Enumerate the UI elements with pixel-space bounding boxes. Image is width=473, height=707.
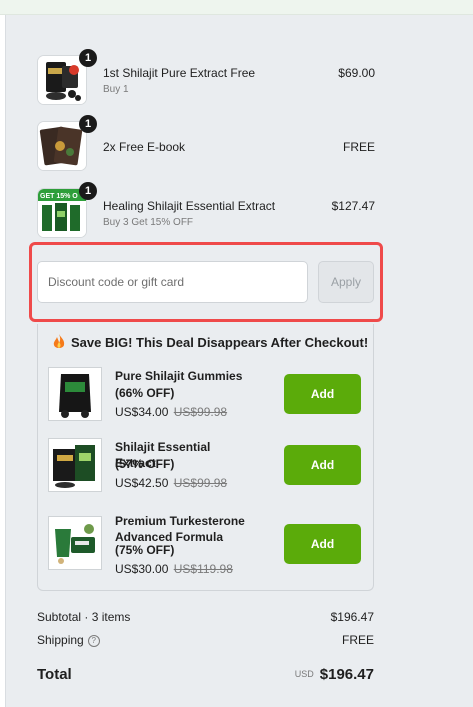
top-banner-strip (0, 0, 473, 15)
offer-original-price: US$119.98 (173, 562, 233, 576)
line-item: GET 15% O 1 Healing Shilajit Essential E… (37, 182, 375, 240)
offer-name: Pure Shilajit Gummies (115, 369, 243, 383)
offer-price: US$42.50 (115, 476, 169, 490)
line-item: 1 2x Free E-book FREE (37, 115, 375, 173)
line-item-title: 1st Shilajit Pure Extract Free (103, 66, 256, 80)
upsell-offer: Premium Turkesterone Advanced Formula (7… (48, 512, 362, 576)
subtotal-value: $196.47 (330, 610, 374, 624)
line-item: 1 1st Shilajit Pure Extract Free Buy 1 $… (37, 49, 375, 107)
upsell-offer: Shilajit Essential Extract (57% OFF) US$… (48, 438, 362, 494)
total-label: Total (37, 666, 72, 683)
offer-original-price: US$99.98 (173, 405, 228, 419)
offer-price: US$30.00 (115, 562, 169, 576)
offer-discount: (75% OFF) (115, 543, 175, 557)
total-row: Total USD $196.47 (37, 666, 374, 688)
offer-thumbnail (48, 367, 102, 421)
line-item-subtitle: Buy 1 (103, 84, 129, 95)
line-item-title: Healing Shilajit Essential Extract (103, 199, 276, 213)
quantity-badge: 1 (79, 49, 97, 67)
shipping-label: Shipping (37, 633, 84, 647)
add-offer-button[interactable]: Add (284, 524, 361, 564)
offer-price: US$34.00 (115, 405, 169, 419)
line-item-title: 2x Free E-book (103, 140, 186, 154)
offer-price-line: US$42.50 US$99.98 (115, 476, 227, 490)
add-offer-button[interactable]: Add (284, 374, 361, 414)
apply-discount-button[interactable]: Apply (318, 261, 374, 303)
offer-name: Premium Turkesterone Advanced Formula (115, 514, 245, 544)
offer-price-line: US$34.00 US$99.98 (115, 405, 227, 419)
total-value-wrap: USD $196.47 (295, 666, 374, 683)
thumb-promo-text: GET 15% O (40, 193, 78, 200)
shipping-row: Shipping? FREE (37, 633, 374, 649)
offer-thumbnail (48, 516, 102, 570)
add-offer-button[interactable]: Add (284, 445, 361, 485)
help-icon[interactable]: ? (87, 635, 100, 647)
discount-code-input[interactable] (37, 261, 308, 303)
line-item-price: $69.00 (338, 66, 375, 80)
offer-price-line: US$30.00 US$119.98 (115, 562, 233, 576)
quantity-badge: 1 (79, 182, 97, 200)
line-item-price: FREE (342, 140, 375, 154)
fire-icon (52, 334, 66, 353)
subtotal-row: Subtotal · 3 items $196.47 (37, 610, 374, 626)
total-currency: USD (294, 669, 314, 679)
offer-thumbnail (48, 438, 102, 492)
line-item-subtitle: Buy 3 Get 15% OFF (103, 217, 194, 228)
shipping-value: FREE (341, 633, 374, 647)
line-item-price: $127.47 (331, 199, 375, 213)
offer-original-price: US$99.98 (173, 476, 228, 490)
total-value: $196.47 (319, 666, 374, 683)
upsell-offer: Pure Shilajit Gummies (66% OFF) US$34.00… (48, 367, 362, 423)
subtotal-label: Subtotal · 3 items (37, 610, 131, 624)
shipping-label-wrap: Shipping? (37, 633, 100, 647)
offer-discount: (57% OFF) (115, 457, 175, 471)
offer-discount: (66% OFF) (115, 386, 175, 400)
upsell-title: Save BIG! This Deal Disappears After Che… (71, 335, 369, 350)
quantity-badge: 1 (79, 115, 97, 133)
